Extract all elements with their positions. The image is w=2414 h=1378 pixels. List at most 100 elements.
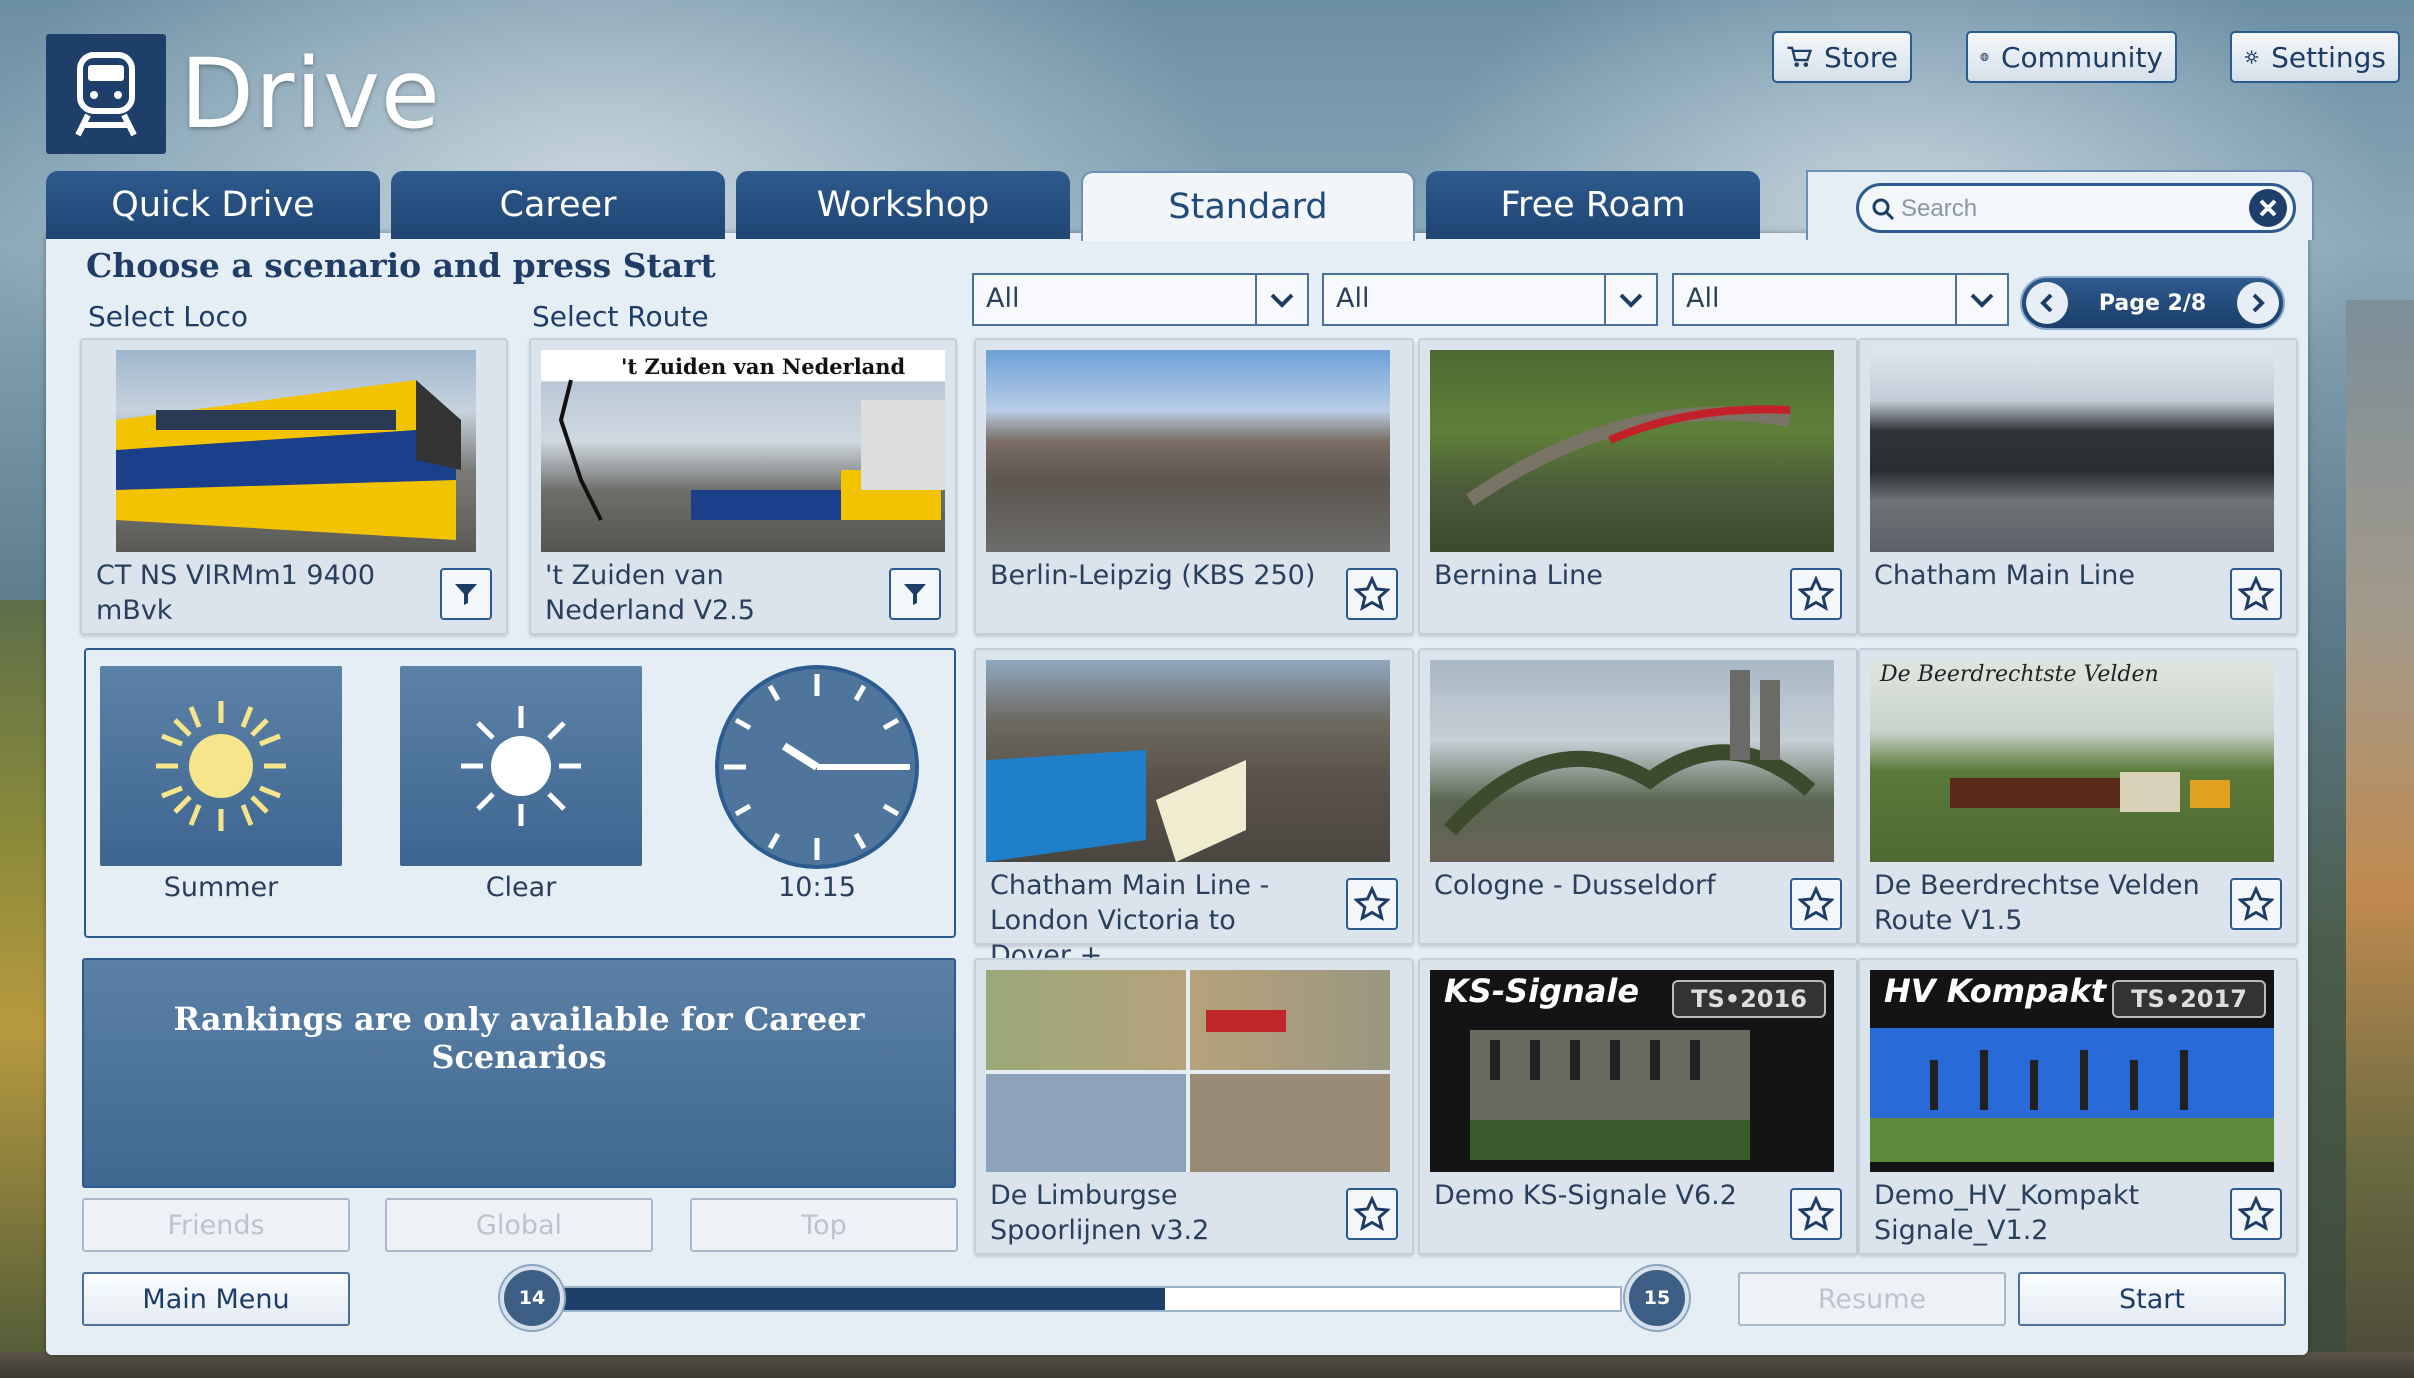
funnel-icon [455,584,477,605]
clock-icon [715,665,919,869]
background-scenery-right [2346,300,2414,1378]
route-card[interactable]: 't Zuiden van Nederland 't Zuiden van Ne… [529,338,957,635]
background-tracks [0,1352,2414,1378]
settings-button[interactable]: Settings [2230,31,2400,83]
route-tile-thumbnail [986,350,1390,552]
loco-thumbnail [116,350,476,552]
route-tile-label: Bernina Line [1434,560,1603,591]
filter-dropdown-1[interactable]: All [972,273,1309,326]
chevron-down-icon [1955,275,2007,324]
weather-button[interactable] [400,666,642,866]
slider-min-knob[interactable]: 14 [500,1266,564,1330]
cart-icon [1787,46,1812,67]
route-tile-thumbnail [1430,660,1834,862]
gear-icon [2244,50,2259,64]
route-tile-label: Chatham Main Line [1874,560,2135,591]
funnel-icon [904,584,926,605]
route-tile-beerdrechtse[interactable]: De Beerdrechtste Velden De Beerdrechtse … [1858,648,2298,945]
loco-filter-button[interactable] [440,568,492,620]
tab-standard[interactable]: Standard [1081,171,1415,241]
route-tile-thumb-title: De Beerdrechtste Velden [1880,662,2159,687]
star-icon [2238,1196,2274,1231]
season-button[interactable] [100,666,342,866]
chevron-left-icon [2040,293,2053,313]
route-tile-label: De Beerdrechtse Velden Route V1.5 [1874,870,2200,936]
globe-icon [1980,52,1989,62]
rankings-panel: Rankings are only available for Career S… [82,958,956,1188]
star-icon [1354,886,1390,921]
route-tile-chatham[interactable]: Chatham Main Line [1858,338,2298,635]
filter-value-3: All [1686,283,1720,314]
slider-fill [562,1288,1166,1310]
route-thumbnail-title: 't Zuiden van Nederland [621,354,906,379]
route-tile-label: Demo_HV_Kompakt Signale_V1.2 [1874,1180,2140,1246]
store-label: Store [1823,40,1898,74]
route-tile-thumbnail [986,660,1390,862]
friends-button[interactable]: Friends [82,1198,350,1252]
page-navigator: Page 2/8 [2020,276,2285,330]
route-tile-berlin-leipzig[interactable]: Berlin-Leipzig (KBS 250) [974,338,1414,635]
star-icon [1798,1196,1834,1231]
filter-value-2: All [1336,283,1370,314]
route-tile-label: De Limburgse Spoorlijnen v3.2 [990,1180,1210,1246]
community-button[interactable]: Community [1966,31,2177,83]
tab-quick-drive[interactable]: Quick Drive [46,171,380,239]
route-tile-bernina[interactable]: Bernina Line [1418,338,1858,635]
instruction-heading: Choose a scenario and press Start [86,246,716,285]
start-button[interactable]: Start [2018,1272,2286,1326]
route-filter-button[interactable] [889,568,941,620]
sun-icon [156,701,286,831]
route-thumbnail: 't Zuiden van Nederland [541,350,945,552]
favorite-button[interactable] [1346,878,1398,930]
clear-search-button[interactable] [2249,189,2287,227]
route-tile-thumbnail: HV Kompakt TS•2017 [1870,970,2274,1172]
filter-value-1: All [986,283,1020,314]
favorite-button[interactable] [2230,568,2282,620]
route-tile-chatham-london[interactable]: Chatham Main Line - London Victoria to D… [974,648,1414,971]
favorite-button[interactable] [1346,568,1398,620]
search-input[interactable] [1899,190,2233,228]
star-icon [1354,576,1390,611]
clear-sky-icon [461,706,581,826]
route-tile-label: Demo KS-Signale V6.2 [1434,1180,1737,1211]
main-menu-button[interactable]: Main Menu [82,1272,350,1326]
filter-dropdown-2[interactable]: All [1322,273,1658,326]
route-tile-thumbnail: De Beerdrechtste Velden [1870,660,2274,862]
route-tile-ks-signale[interactable]: KS-Signale TS•2016 Demo KS-Signale V6.2 [1418,958,1858,1255]
page-title: Drive [180,38,441,150]
route-tile-hv-kompakt[interactable]: HV Kompakt TS•2017 Demo_HV_Kompakt Signa… [1858,958,2298,1255]
loco-card[interactable]: CT NS VIRMm1 9400 mBvk [80,338,508,635]
weather-label: Clear [485,872,557,903]
route-tile-limburgse[interactable]: De Limburgse Spoorlijnen v3.2 [974,958,1414,1255]
favorite-button[interactable] [1790,1188,1842,1240]
search-field[interactable] [1856,183,2296,233]
resume-button[interactable]: Resume [1738,1272,2006,1326]
route-tile-label: Cologne - Dusseldorf [1434,870,1716,901]
tab-free-roam[interactable]: Free Roam [1426,171,1760,239]
loco-name: CT NS VIRMm1 9400 mBvk [96,560,376,626]
tab-workshop[interactable]: Workshop [736,171,1070,239]
prev-page-button[interactable] [2026,282,2068,324]
global-button[interactable]: Global [385,1198,653,1252]
tab-career[interactable]: Career [391,171,725,239]
route-tile-cologne[interactable]: Cologne - Dusseldorf [1418,648,1858,945]
favorite-button[interactable] [2230,878,2282,930]
scenario-slider-track[interactable] [560,1286,1622,1312]
favorite-button[interactable] [1790,878,1842,930]
favorite-button[interactable] [1346,1188,1398,1240]
filter-dropdown-3[interactable]: All [1672,273,2009,326]
time-button[interactable] [714,664,920,870]
environment-panel: Summer Clear 10:15 [84,648,956,938]
top-button[interactable]: Top [690,1198,958,1252]
select-loco-label: Select Loco [88,300,249,333]
star-icon [1798,576,1834,611]
star-icon [1354,1196,1390,1231]
slider-max-knob[interactable]: 15 [1625,1266,1689,1330]
favorite-button[interactable] [2230,1188,2282,1240]
store-button[interactable]: Store [1772,31,1912,83]
next-page-button[interactable] [2236,282,2279,324]
star-icon [1798,886,1834,921]
chevron-down-icon [1255,275,1307,324]
route-tile-thumbnail: KS-Signale TS•2016 [1430,970,1834,1172]
favorite-button[interactable] [1790,568,1842,620]
